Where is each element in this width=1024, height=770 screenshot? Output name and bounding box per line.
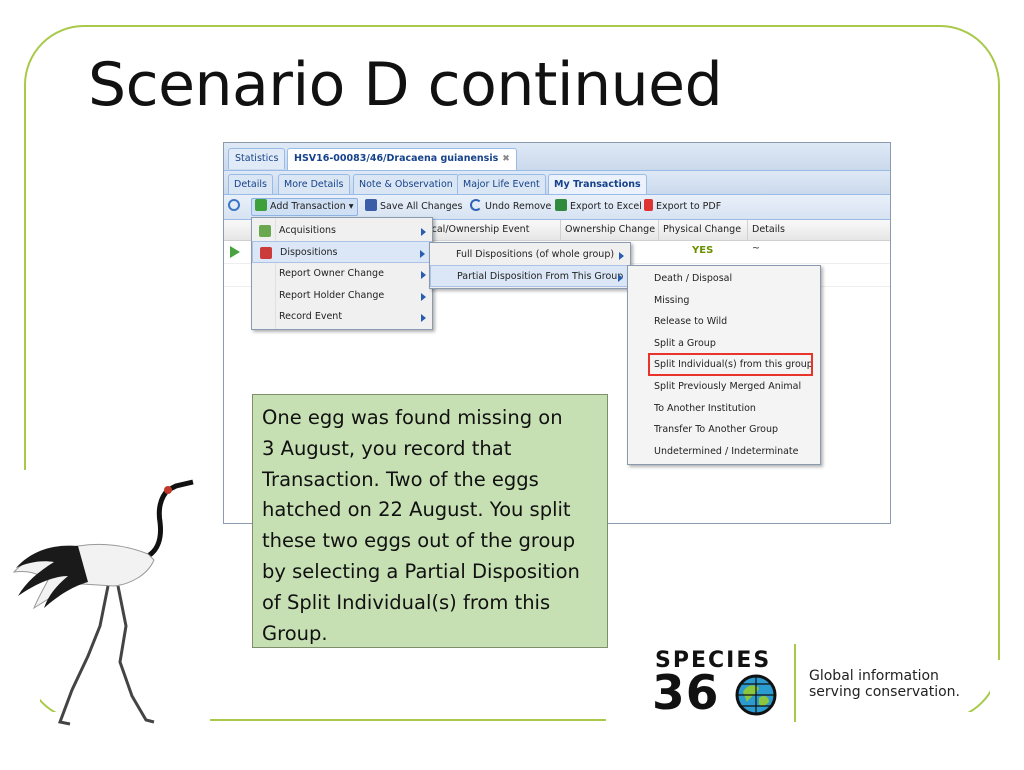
button-label: Undo Remove — [485, 201, 552, 212]
tab-label: My Transactions — [554, 179, 641, 190]
refresh-icon[interactable] — [228, 199, 243, 215]
plus-icon — [255, 199, 267, 211]
menu-item-label: Report Holder Change — [279, 290, 385, 301]
acquisitions-icon — [259, 225, 271, 237]
menu-item-missing[interactable]: Missing — [628, 290, 820, 312]
menu-item-label: Report Owner Change — [279, 268, 384, 279]
tab-label: More Details — [284, 179, 344, 190]
note-line: 3 August, you record that — [262, 436, 512, 460]
button-label: Add Transaction — [270, 201, 346, 212]
submenu-arrow-icon — [420, 250, 425, 258]
note-line: Group. — [262, 621, 328, 645]
button-label: Export to PDF — [656, 201, 722, 212]
highlight-box — [648, 353, 813, 376]
tab-major-life-event[interactable]: Major Life Event — [457, 174, 546, 194]
note-line: these two eggs out of the group — [262, 529, 576, 553]
menu-item-label: Record Event — [279, 311, 343, 322]
column-header[interactable]: Ownership Change — [560, 220, 657, 240]
menu-item-label: Split a Group — [654, 338, 716, 349]
menu-item-label: Acquisitions — [279, 225, 336, 236]
button-label: Save All Changes — [380, 201, 463, 212]
tab-label: HSV16-00083/46/Dracaena guianensis — [294, 153, 499, 164]
menu-item-to-another-institution[interactable]: To Another Institution — [628, 398, 820, 420]
note-line: Transaction. Two of the eggs — [262, 467, 539, 491]
logo-tagline-1: Global information — [809, 668, 939, 684]
frame-gap-right — [990, 660, 1024, 760]
menu-item-label: Undetermined / Indeterminate — [654, 446, 799, 457]
globe-icon — [735, 674, 777, 716]
save-all-button[interactable]: Save All Changes — [365, 199, 462, 215]
submenu-arrow-icon — [618, 274, 623, 282]
crane-illustration — [12, 479, 194, 726]
menu-item-split-merged-animal[interactable]: Split Previously Merged Animal — [628, 376, 820, 398]
tab-label: Note & Observation — [359, 179, 453, 190]
note-line: by selecting a Partial Disposition — [262, 559, 580, 583]
tab-record[interactable]: HSV16-00083/46/Dracaena guianensis ✖ — [287, 148, 517, 170]
menu-item-record-event[interactable]: Record Event — [252, 306, 432, 328]
excel-icon — [555, 199, 567, 211]
tab-label: Major Life Event — [463, 179, 540, 190]
menu-item-dispositions[interactable]: Dispositions — [252, 241, 432, 263]
pdf-icon — [644, 199, 653, 211]
menu-item-death-disposal[interactable]: Death / Disposal — [628, 268, 820, 290]
menu-item-label: Dispositions — [280, 247, 338, 258]
note-line: hatched on 22 August. You split — [262, 498, 571, 522]
menu-item-acquisitions[interactable]: Acquisitions — [252, 220, 432, 242]
sub-tab-bar: Details More Details Note & Observation … — [224, 171, 890, 195]
column-header[interactable]: Details — [747, 220, 892, 240]
instruction-note: One egg was found missing on 3 August, y… — [252, 394, 608, 648]
menu-item-partial-disposition[interactable]: Partial Disposition From This Group — [430, 265, 630, 287]
menu-item-report-owner-change[interactable]: Report Owner Change — [252, 263, 432, 285]
tab-my-transactions[interactable]: My Transactions — [548, 174, 647, 194]
menu-item-label: Release to Wild — [654, 316, 728, 327]
undo-icon — [470, 199, 482, 211]
close-icon[interactable]: ✖ — [502, 154, 510, 164]
tab-label: Details — [234, 179, 267, 190]
menu-item-label: Split Previously Merged Animal — [654, 381, 802, 392]
tab-note-observation[interactable]: Note & Observation — [353, 174, 459, 194]
submenu-arrow-icon — [421, 271, 426, 279]
top-tab-bar: Statistics HSV16-00083/46/Dracaena guian… — [224, 143, 890, 171]
undo-remove-button[interactable]: Undo Remove — [470, 199, 551, 215]
add-transaction-menu: Acquisitions Dispositions Report Owner C… — [251, 217, 433, 330]
save-icon — [365, 199, 377, 211]
slide-title: Scenario D continued — [88, 50, 723, 120]
menu-item-label: Partial Disposition From This Group — [457, 271, 624, 282]
menu-item-label: Full Dispositions (of whole group) — [456, 249, 615, 260]
button-label: Export to Excel — [570, 201, 642, 212]
submenu-arrow-icon — [421, 314, 426, 322]
menu-item-label: Missing — [654, 295, 690, 306]
add-transaction-button[interactable]: Add Transaction ▾ — [251, 198, 358, 216]
submenu-arrow-icon — [619, 252, 624, 260]
menu-item-label: Death / Disposal — [654, 273, 733, 284]
export-pdf-button[interactable]: Export to PDF — [644, 199, 721, 215]
menu-item-report-holder-change[interactable]: Report Holder Change — [252, 285, 432, 307]
submenu-arrow-icon — [421, 228, 426, 236]
details-value: ~ — [752, 243, 760, 254]
tab-label: Statistics — [235, 153, 279, 164]
logo-divider — [794, 644, 796, 722]
dispositions-icon — [260, 247, 272, 259]
dispositions-submenu: Full Dispositions (of whole group) Parti… — [429, 242, 631, 289]
menu-item-undetermined[interactable]: Undetermined / Indeterminate — [628, 441, 820, 463]
menu-item-label: To Another Institution — [654, 403, 756, 414]
tab-statistics[interactable]: Statistics — [228, 148, 286, 169]
submenu-arrow-icon — [421, 293, 426, 301]
logo-tagline-2: serving conservation. — [809, 684, 960, 700]
logo-number: 36 — [652, 666, 720, 721]
tab-details[interactable]: Details — [228, 174, 273, 194]
physical-change-value: YES — [692, 245, 714, 256]
column-header[interactable]: ical/Ownership Event — [424, 220, 559, 240]
export-excel-button[interactable]: Export to Excel — [555, 199, 642, 215]
menu-item-transfer-to-group[interactable]: Transfer To Another Group — [628, 419, 820, 441]
menu-item-release-to-wild[interactable]: Release to Wild — [628, 311, 820, 333]
column-header[interactable]: Physical Change — [658, 220, 751, 240]
note-line: One egg was found missing on — [262, 406, 563, 429]
menu-item-full-dispositions[interactable]: Full Dispositions (of whole group) — [430, 244, 630, 266]
tab-more-details[interactable]: More Details — [278, 174, 350, 194]
note-line: of Split Individual(s) from this — [262, 590, 551, 614]
arrow-right-icon — [230, 246, 240, 258]
menu-item-label: Transfer To Another Group — [654, 424, 779, 435]
menu-item-split-a-group[interactable]: Split a Group — [628, 333, 820, 355]
